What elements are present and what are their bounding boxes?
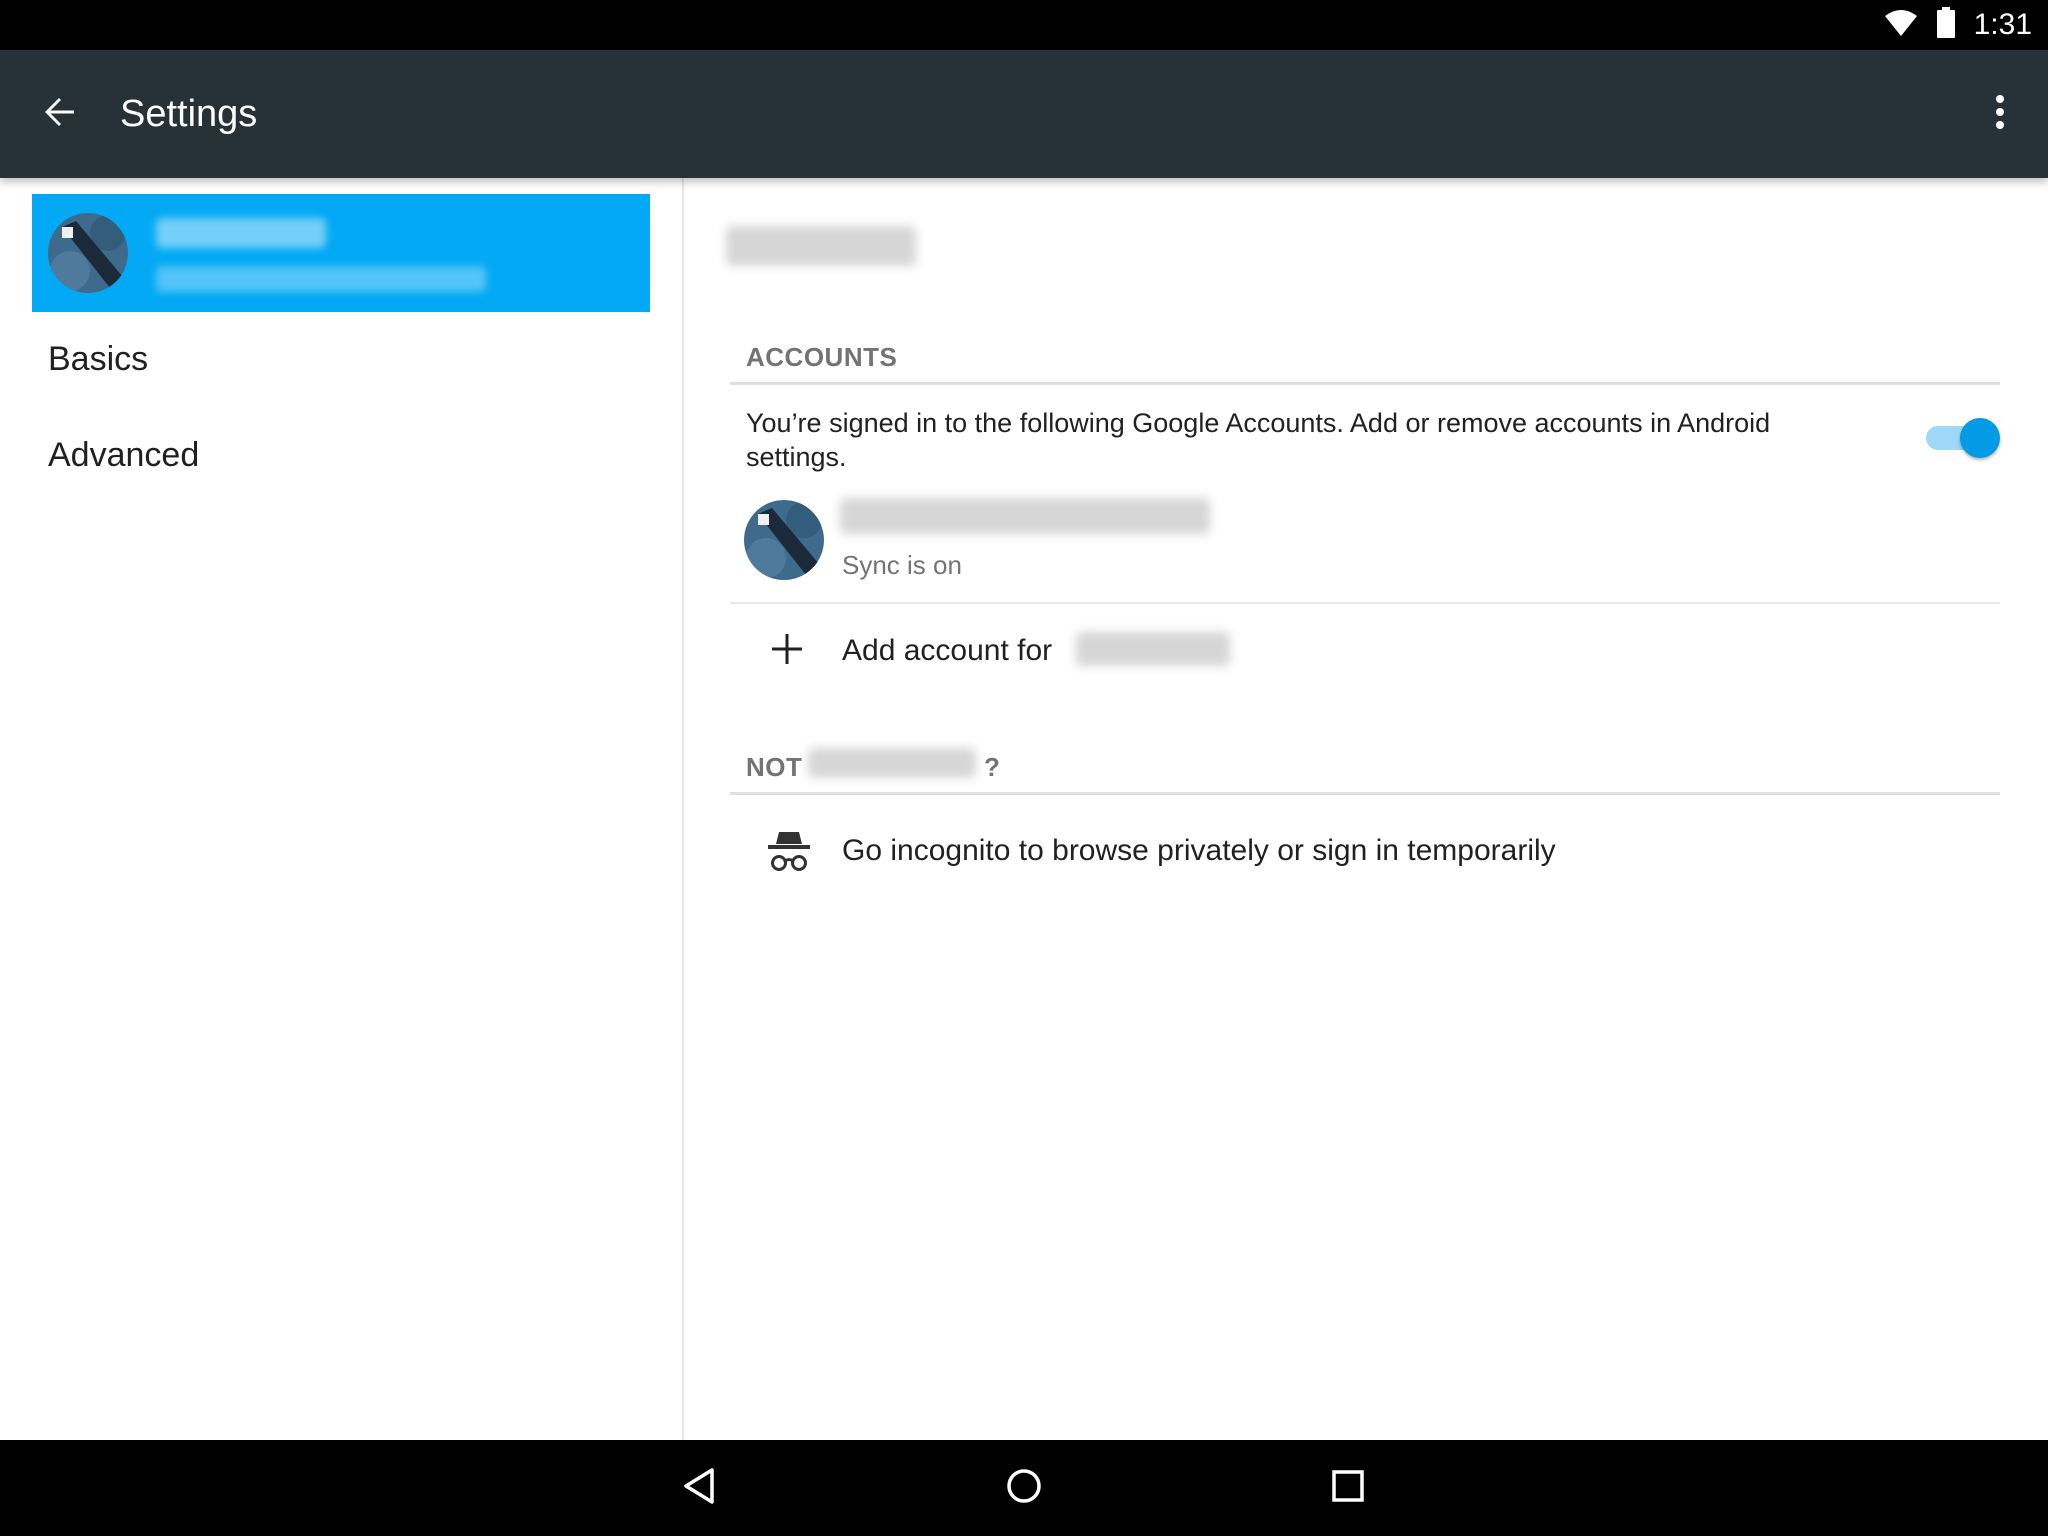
account-row[interactable]: Sync is on [730,490,2000,582]
page-title: Settings [120,93,258,135]
add-account-label: Add account for [842,634,1053,667]
status-icons: 1:31 [1884,0,2032,50]
avatar [744,500,824,580]
more-vert-icon [1995,94,2005,135]
accounts-section-title: ACCOUNTS [746,342,898,372]
app-toolbar: Settings [0,50,2048,178]
sidebar: Basics Advanced [0,178,682,1440]
avatar [48,213,128,293]
arrow-back-icon [42,94,78,135]
accounts-toggle[interactable] [1924,416,2000,460]
main-content: ACCOUNTS You’re signed in to the followi… [684,178,2048,1440]
incognito-icon [766,828,812,879]
nav-recents-button[interactable] [1318,1458,1378,1518]
redacted-account-email [840,498,1210,534]
redacted-profile-name [1076,632,1230,666]
redacted-profile-title [726,226,916,266]
triangle-back-icon [680,1466,720,1511]
sync-status: Sync is on [842,550,962,580]
nav-back-button[interactable] [670,1458,730,1518]
nav-home-button[interactable] [994,1458,1054,1518]
sidebar-item-basics[interactable]: Basics [48,340,148,379]
status-time: 1:31 [1973,8,2032,41]
not-section-prefix: NOT [746,752,803,782]
square-recents-icon [1328,1466,1368,1511]
redacted-profile-email [156,266,486,292]
account-divider [730,602,2000,604]
wifi-icon [1884,8,1918,43]
overflow-menu-button[interactable] [1970,84,2030,144]
profile-header[interactable] [32,194,650,312]
battery-icon [1936,6,1956,44]
not-section-divider [730,792,2000,795]
incognito-row[interactable]: Go incognito to browse privately or sign… [730,818,2000,888]
back-button[interactable] [30,84,90,144]
system-nav-bar [0,1440,2048,1536]
not-section-suffix: ? [984,752,1001,782]
redacted-profile-name [156,218,326,248]
toggle-thumb [1960,418,2000,458]
accounts-description: You’re signed in to the following Google… [746,408,1771,472]
sidebar-item-advanced[interactable]: Advanced [48,436,199,475]
add-account-row[interactable]: Add account for [730,618,2000,688]
incognito-label: Go incognito to browse privately or sign… [842,834,1556,867]
add-icon [772,634,802,669]
circle-home-icon [1004,1466,1044,1511]
redacted-profile-name [808,748,976,778]
accounts-divider [730,382,2000,385]
status-bar: 1:31 [0,0,2048,50]
